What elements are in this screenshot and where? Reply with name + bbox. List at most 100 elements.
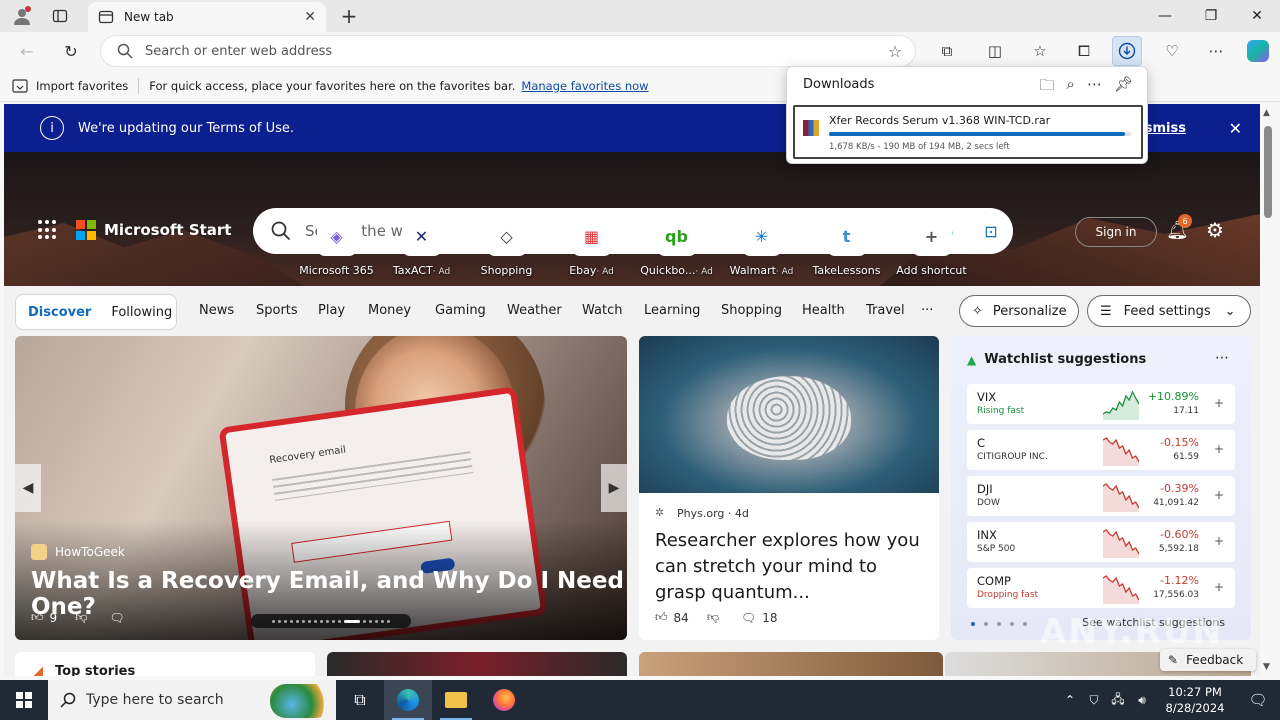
settings-more-button[interactable]: ⋯ (1201, 36, 1231, 66)
favorite-star-icon[interactable]: ☆ (875, 42, 915, 61)
dislike-icon[interactable]: 👎︎ (707, 610, 719, 625)
carousel-prev-button[interactable]: ◀ (15, 464, 41, 512)
more-categories-button[interactable]: ··· (921, 303, 933, 318)
feed-settings-button[interactable]: ☰ Feed settings ⌄ (1087, 295, 1251, 327)
notifications-button[interactable]: 🔔︎ 6 (1166, 214, 1192, 241)
extensions-button[interactable]: ⧉ (932, 36, 962, 66)
category-link[interactable]: Money (368, 303, 411, 318)
article-thumbnail[interactable] (639, 652, 943, 676)
address-bar[interactable]: ☆ (100, 35, 916, 67)
maximize-button[interactable]: ❐ (1188, 0, 1234, 32)
tab-discover[interactable]: Discover (28, 305, 91, 320)
comment-icon[interactable]: 🗨︎ (741, 611, 756, 625)
profile-button[interactable] (0, 0, 44, 32)
category-link[interactable]: Sports (256, 303, 298, 318)
close-window-button[interactable]: ✕ (1234, 0, 1280, 32)
network-icon[interactable]: 🖧︎ (1106, 690, 1130, 711)
more-options-icon[interactable]: ⋯ (1087, 75, 1102, 100)
pin-icon[interactable]: 📌︎ (1114, 75, 1133, 100)
add-to-watchlist-icon[interactable]: + (1211, 395, 1227, 411)
import-favorites-button[interactable]: Import favorites (12, 79, 128, 93)
stock-row[interactable]: INX S&P 500 -0.60% 5,592.18 + (967, 522, 1235, 562)
minimize-button[interactable]: — (1142, 0, 1188, 32)
clock[interactable]: 10:27 PM 8/28/2024 (1154, 684, 1236, 716)
visual-search-icon[interactable]: ⊡ (969, 222, 1013, 241)
quick-link-tile[interactable]: ▦ Ebay· Ad (549, 216, 634, 277)
back-button[interactable]: ← (12, 36, 42, 66)
stock-row[interactable]: VIX Rising fast +10.89% 17.11 + (967, 384, 1235, 424)
more-options-icon[interactable]: ⋯ (1215, 350, 1229, 366)
browser-essentials-button[interactable]: ♡ (1157, 36, 1187, 66)
category-link[interactable]: News (199, 303, 234, 318)
security-icon[interactable]: ⛉ (1082, 693, 1106, 708)
watchlist-pager[interactable] (971, 622, 1027, 626)
like-icon[interactable]: 👍︎ (655, 610, 668, 625)
collections-button[interactable]: ⧠ (1069, 36, 1099, 66)
tab-following[interactable]: Following (111, 305, 172, 320)
split-screen-button[interactable]: ◫ (980, 36, 1010, 66)
like-icon[interactable]: 👍︎ (31, 610, 44, 625)
stock-row[interactable]: COMP Dropping fast -1.12% 17,556.03 + (967, 568, 1235, 608)
quick-link-tile[interactable]: ✕ TaxACT· Ad (379, 216, 464, 277)
manage-favorites-link[interactable]: Manage favorites now (521, 79, 648, 93)
edge-taskbar-button[interactable] (384, 680, 432, 720)
tab-close-icon[interactable]: ✕ (304, 9, 316, 25)
volume-icon[interactable]: 🔊︎ (1130, 693, 1154, 708)
dislike-icon[interactable]: 👎︎ (75, 610, 87, 625)
scroll-up-icon[interactable]: ▲ (1263, 108, 1270, 118)
refresh-button[interactable]: ↻ (56, 36, 86, 66)
category-link[interactable]: Weather (507, 303, 562, 318)
address-input[interactable] (145, 43, 875, 59)
category-link[interactable]: Shopping (721, 303, 782, 318)
notification-center-icon[interactable]: 🗨︎ (1236, 691, 1280, 709)
carousel-next-button[interactable]: ▶ (601, 464, 627, 512)
comment-icon[interactable]: 🗨︎ (109, 611, 124, 625)
firefox-button[interactable] (480, 680, 528, 720)
tab-actions-button[interactable] (44, 0, 76, 32)
search-downloads-icon[interactable]: ⌕ (1067, 75, 1075, 100)
task-view-button[interactable]: ⧉ (336, 680, 384, 720)
category-link[interactable]: Learning (644, 303, 700, 318)
app-launcher-icon[interactable] (38, 220, 58, 240)
downloads-button[interactable] (1112, 36, 1142, 66)
taskbar-search[interactable] (48, 680, 336, 720)
download-item[interactable]: Xfer Records Serum v1.368 WIN-TCD.rar 1,… (793, 105, 1143, 159)
category-link[interactable]: Health (802, 303, 845, 318)
page-scrollbar[interactable]: ▲ ▼ (1260, 104, 1280, 676)
quick-link-tile[interactable]: ◇ Shopping (464, 216, 549, 277)
favorites-button[interactable]: ☆ (1025, 36, 1055, 66)
banner-close-icon[interactable]: ✕ (1229, 119, 1242, 138)
article-card[interactable]: ✲ Phys.org · 4d Researcher explores how … (639, 336, 939, 640)
quick-link-tile[interactable]: ✳ Walmart· Ad (719, 216, 804, 277)
carousel-indicator[interactable] (251, 614, 411, 628)
quick-link-tile[interactable]: t TakeLessons (804, 216, 889, 277)
scroll-down-icon[interactable]: ▼ (1263, 662, 1270, 672)
featured-article-card[interactable]: Recovery email HowToGeek What Is a Recov… (15, 336, 627, 640)
microsoft-start-logo[interactable]: Microsoft Start (76, 220, 231, 240)
category-link[interactable]: Gaming (435, 303, 486, 318)
stock-row[interactable]: DJI DOW -0.39% 41,091.42 + (967, 476, 1235, 516)
new-tab-button[interactable]: + (336, 4, 362, 28)
add-to-watchlist-icon[interactable]: + (1211, 487, 1227, 503)
scrollbar-thumb[interactable] (1264, 126, 1272, 218)
article-headline[interactable]: Researcher explores how you can stretch … (655, 528, 931, 606)
article-thumbnail[interactable] (327, 652, 627, 676)
tab-new-tab[interactable]: New tab ✕ (88, 2, 326, 32)
quick-link-tile[interactable]: ◈ Microsoft 365 (294, 216, 379, 277)
file-explorer-button[interactable] (432, 680, 480, 720)
add-to-watchlist-icon[interactable]: + (1211, 579, 1227, 595)
quick-link-tile[interactable]: qb Quickbo...· Ad (634, 216, 719, 277)
chevron-up-icon[interactable]: ⌃ (1058, 693, 1082, 707)
page-settings-gear-icon[interactable]: ⚙ (1206, 218, 1224, 242)
taskbar-search-input[interactable] (86, 692, 256, 708)
personalize-button[interactable]: ✧ Personalize (959, 295, 1079, 327)
start-button[interactable] (0, 680, 48, 720)
open-folder-icon[interactable]: 🗀 (1040, 75, 1055, 100)
category-link[interactable]: Travel (866, 303, 905, 318)
feedback-button[interactable]: ✎ Feedback (1160, 649, 1256, 671)
category-link[interactable]: Play (318, 303, 345, 318)
copilot-button[interactable] (1243, 36, 1273, 66)
sign-in-button[interactable]: Sign in (1075, 217, 1157, 247)
stock-row[interactable]: C CITIGROUP INC. -0.15% 61.59 + (967, 430, 1235, 470)
quick-link-tile[interactable]: + Add shortcut (889, 216, 974, 277)
